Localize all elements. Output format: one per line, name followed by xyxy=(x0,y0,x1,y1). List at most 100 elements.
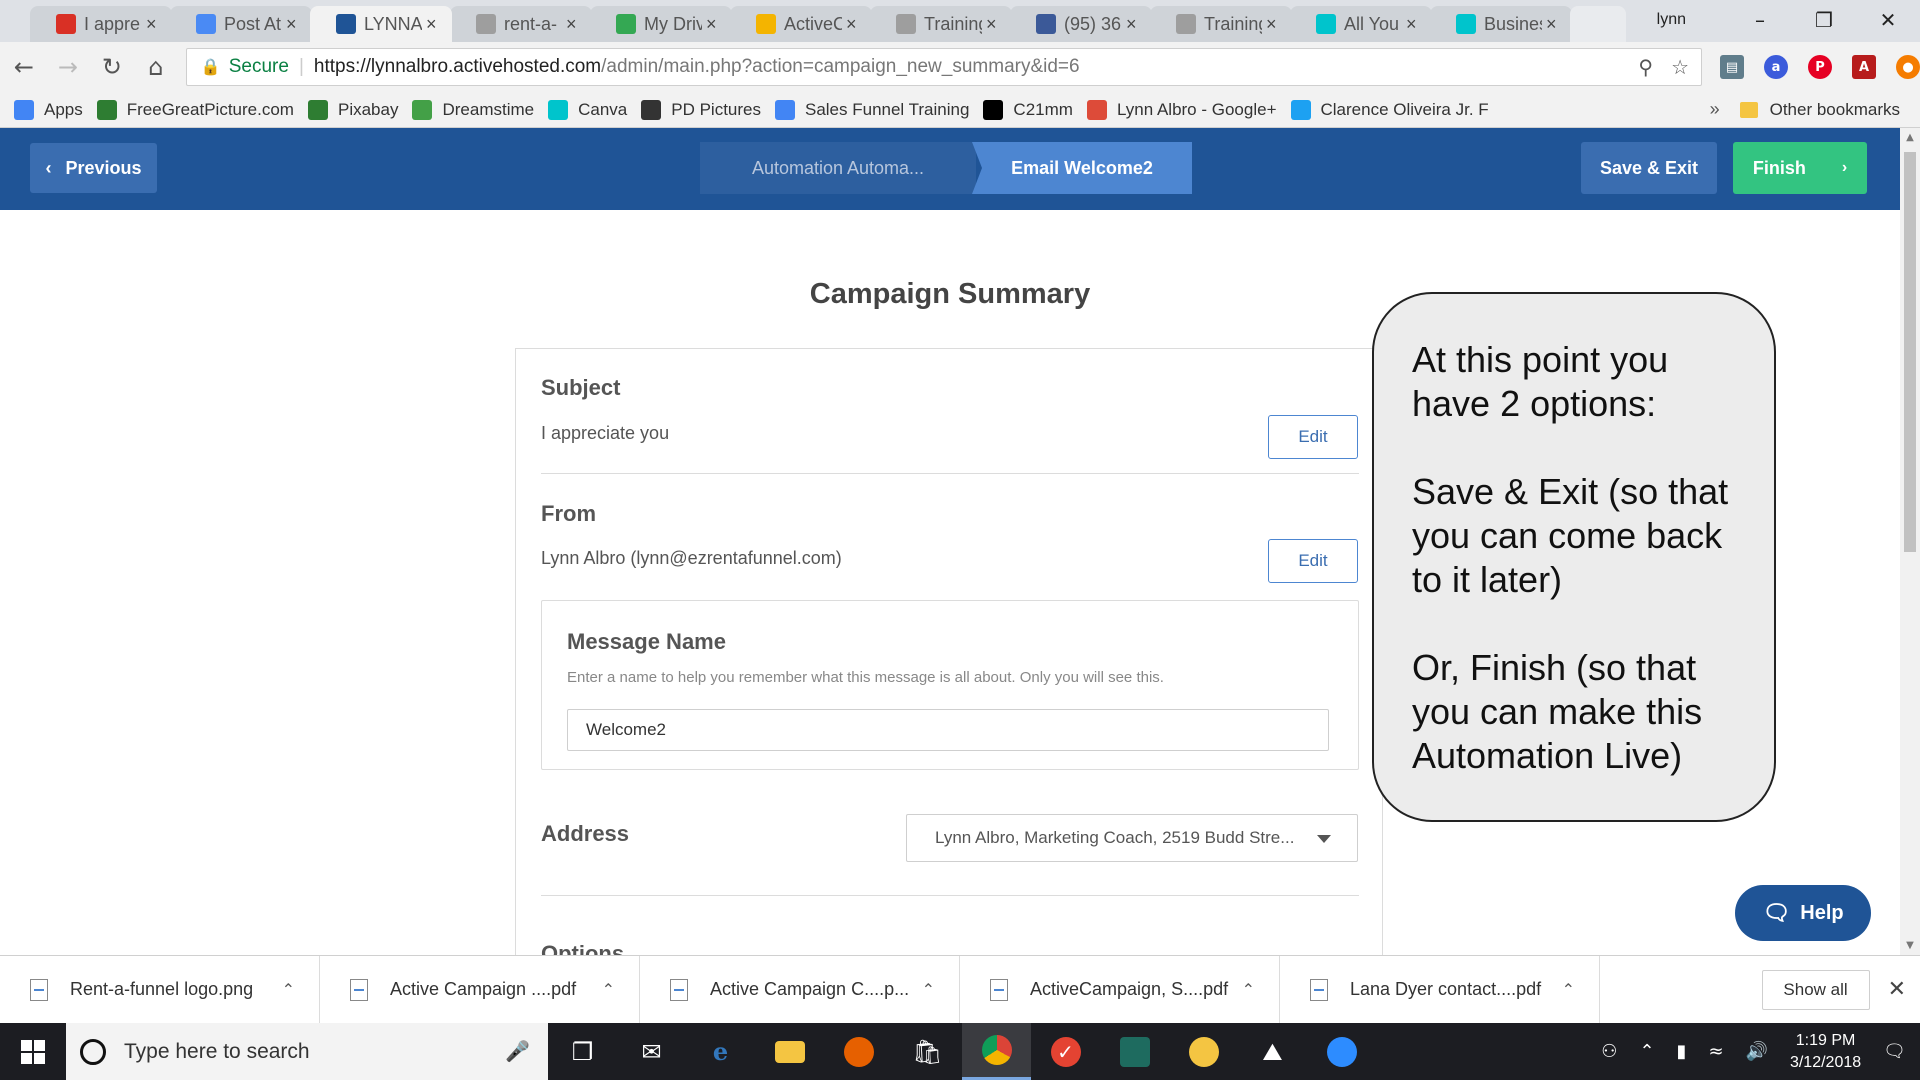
store-icon[interactable]: 🛍 xyxy=(893,1023,962,1080)
extension-icon[interactable]: ● xyxy=(1896,55,1920,79)
bookmark-item[interactable]: Pixabay xyxy=(307,99,398,120)
back-icon[interactable]: ← xyxy=(4,47,44,87)
forward-icon[interactable]: → xyxy=(48,47,88,87)
finish-button[interactable]: Finish › xyxy=(1733,142,1867,194)
zoom-app-icon[interactable] xyxy=(1307,1023,1376,1080)
app-icon[interactable] xyxy=(1100,1023,1169,1080)
bookmark-item[interactable]: PD Pictures xyxy=(641,99,761,120)
bookmark-item[interactable]: Sales Funnel Training xyxy=(774,99,969,120)
chevron-up-icon[interactable]: ⌃ xyxy=(602,980,615,1000)
close-tab-icon[interactable]: × xyxy=(1266,14,1282,35)
browser-tab[interactable]: My Driv × xyxy=(590,6,732,42)
close-tab-icon[interactable]: × xyxy=(986,14,1002,35)
pinterest-icon[interactable]: P xyxy=(1808,55,1832,79)
download-item[interactable]: Lana Dyer contact....pdf ⌃ xyxy=(1280,955,1600,1024)
todoist-icon[interactable]: ✓ xyxy=(1031,1023,1100,1080)
browser-tab[interactable]: I appre × xyxy=(30,6,172,42)
close-tab-icon[interactable]: × xyxy=(1406,14,1422,35)
browser-tab[interactable]: (95) 36 × xyxy=(1010,6,1152,42)
show-all-button[interactable]: Show all xyxy=(1761,969,1870,1010)
browser-tab[interactable]: rent-a- × xyxy=(450,6,592,42)
bookmark-item[interactable]: Dreamstime xyxy=(412,99,534,120)
download-item[interactable]: Rent-a-funnel logo.png ⌃ xyxy=(0,955,320,1024)
browser-tab[interactable]: Post At × xyxy=(170,6,312,42)
chevron-up-icon[interactable]: ⌃ xyxy=(1242,980,1255,1000)
bookmark-item[interactable]: Canva xyxy=(548,99,627,120)
close-tab-icon[interactable]: × xyxy=(846,14,862,35)
bookmark-item[interactable]: Apps xyxy=(14,99,83,120)
bookmark-item[interactable]: Lynn Albro - Google+ xyxy=(1086,99,1277,120)
clock[interactable]: 1:19 PM 3/12/2018 xyxy=(1790,1030,1861,1074)
edit-subject-button[interactable]: Edit xyxy=(1268,415,1358,459)
close-tab-icon[interactable]: × xyxy=(566,14,582,35)
file-explorer-icon[interactable] xyxy=(755,1023,824,1080)
app-icon[interactable] xyxy=(1169,1023,1238,1080)
reload-icon[interactable]: ↻ xyxy=(92,47,132,87)
mail-icon[interactable]: ✉ xyxy=(617,1023,686,1080)
download-item[interactable]: Active Campaign ....pdf ⌃ xyxy=(320,955,640,1024)
chevron-up-icon[interactable]: ⌃ xyxy=(1639,1041,1654,1062)
wifi-icon[interactable]: ≈ xyxy=(1708,1041,1723,1062)
save-exit-button[interactable]: Save & Exit xyxy=(1581,142,1717,194)
microphone-icon[interactable]: 🎤 xyxy=(505,1039,530,1064)
close-tab-icon[interactable]: × xyxy=(706,14,722,35)
windows-start-icon[interactable] xyxy=(0,1039,66,1064)
address-select[interactable]: Lynn Albro, Marketing Coach, 2519 Budd S… xyxy=(906,814,1358,862)
close-window-icon[interactable]: ✕ xyxy=(1856,8,1920,32)
step-automation[interactable]: Automation Automa... xyxy=(700,142,976,194)
people-icon[interactable]: ⚇ xyxy=(1601,1041,1617,1062)
close-tab-icon[interactable]: × xyxy=(146,14,162,35)
previous-button[interactable]: ‹ Previous xyxy=(30,143,157,193)
other-bookmarks[interactable]: Other bookmarks xyxy=(1739,100,1900,120)
step-email[interactable]: Email Welcome2 xyxy=(972,142,1192,194)
close-tab-icon[interactable]: × xyxy=(1546,14,1562,35)
extension-icon[interactable]: a xyxy=(1764,55,1788,79)
restore-icon[interactable]: ❐ xyxy=(1792,8,1856,32)
scroll-up-icon[interactable]: ▲ xyxy=(1900,132,1920,143)
photos-icon[interactable]: ⛰ xyxy=(1238,1023,1307,1080)
page-scrollbar[interactable]: ▲ ▼ xyxy=(1900,128,1920,955)
help-button[interactable]: 🗨 Help xyxy=(1735,885,1871,941)
chevron-up-icon[interactable]: ⌃ xyxy=(282,980,295,1000)
browser-tab[interactable]: Busines × xyxy=(1430,6,1572,42)
bookmark-item[interactable]: C21mm xyxy=(983,99,1073,120)
firefox-icon[interactable] xyxy=(824,1023,893,1080)
edit-from-button[interactable]: Edit xyxy=(1268,539,1358,583)
profile-name[interactable]: lynn xyxy=(1657,11,1686,29)
close-tab-icon[interactable]: × xyxy=(1126,14,1142,35)
chevron-up-icon[interactable]: ⌃ xyxy=(1562,980,1575,1000)
browser-tab[interactable]: ActiveC × xyxy=(730,6,872,42)
close-downloads-icon[interactable]: ✕ xyxy=(1888,977,1906,1002)
notification-icon[interactable]: 🗨 xyxy=(1883,1041,1906,1062)
edge-icon[interactable]: e xyxy=(686,1023,755,1080)
browser-tab[interactable]: All You × xyxy=(1290,6,1432,42)
home-icon[interactable]: ⌂ xyxy=(136,47,176,87)
browser-tab[interactable]: LYNNA × xyxy=(310,6,452,42)
browser-toolbar: ← → ↻ ⌂ 🔒 Secure | https://lynnalbro.act… xyxy=(0,42,1920,92)
zoom-icon[interactable]: ⚲ xyxy=(1638,55,1653,80)
taskbar-search[interactable]: Type here to search 🎤 xyxy=(66,1023,548,1080)
chrome-icon[interactable] xyxy=(962,1023,1031,1080)
volume-icon[interactable]: 🔊 xyxy=(1746,1041,1768,1062)
new-tab-button[interactable] xyxy=(1570,6,1626,42)
close-tab-icon[interactable]: × xyxy=(426,14,442,35)
bookmark-star-icon[interactable]: ☆ xyxy=(1671,55,1689,80)
scroll-thumb[interactable] xyxy=(1904,152,1916,552)
more-bookmarks-icon[interactable]: » xyxy=(1710,99,1720,120)
task-view-icon[interactable]: ❐ xyxy=(548,1023,617,1080)
browser-tab[interactable]: Training × xyxy=(870,6,1012,42)
battery-icon[interactable]: ▮ xyxy=(1677,1041,1687,1062)
minimize-icon[interactable]: – xyxy=(1728,8,1792,32)
scroll-down-icon[interactable]: ▼ xyxy=(1900,940,1920,951)
bookmark-item[interactable]: FreeGreatPicture.com xyxy=(96,99,294,120)
chevron-up-icon[interactable]: ⌃ xyxy=(922,980,935,1000)
close-tab-icon[interactable]: × xyxy=(286,14,302,35)
message-name-input[interactable]: Welcome2 xyxy=(567,709,1329,751)
address-bar[interactable]: 🔒 Secure | https://lynnalbro.activehoste… xyxy=(185,48,1702,86)
acrobat-icon[interactable]: A xyxy=(1852,55,1876,79)
download-item[interactable]: Active Campaign C....p... ⌃ xyxy=(640,955,960,1024)
bookmark-item[interactable]: Clarence Oliveira Jr. F xyxy=(1290,99,1489,120)
browser-tab[interactable]: Training × xyxy=(1150,6,1292,42)
download-item[interactable]: ActiveCampaign, S....pdf ⌃ xyxy=(960,955,1280,1024)
extension-icon[interactable]: ▤ xyxy=(1720,55,1744,79)
